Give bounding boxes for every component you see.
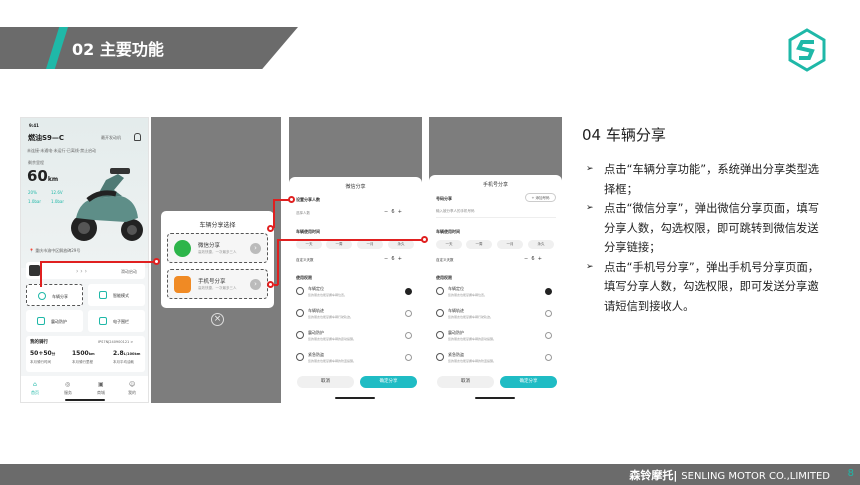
stat-battery: 20% [28,190,37,195]
fence-icon [99,317,107,325]
radio-checked[interactable] [405,288,412,295]
status-tags: 未连接·未通电·未运行·已离线·禁止启动 [27,148,97,153]
page-title: 02 主要功能 [72,40,164,59]
cancel-button[interactable]: 取消 [437,376,494,388]
senling-logo-icon [788,28,826,72]
time-option-forever[interactable]: 永久 [388,240,414,249]
nav-me[interactable]: 我的 [128,390,136,396]
phone-share-sheet: 手机号分享 号码分享 + 添加号码 输入被分享人的手机号码 车辆使用时间 一天 … [429,175,562,403]
feature-smart-mode[interactable]: 智能模式 [88,284,145,306]
perm-track[interactable]: 车辆轨迹 您的朋友也能掌握车辆行驶轨迹。 [296,307,416,327]
feature-geofence[interactable]: 电子围栏 [88,310,145,332]
description-item: 点击“微信分享”，弹出微信分享页面，填写分享人数，勾选权限，即可跳转到微信发送分… [586,199,826,258]
range-label: 剩余里程 [28,160,44,165]
vehicle-model[interactable]: 燃油S9—C [28,133,64,143]
count-stepper[interactable]: − 6 + [384,209,402,215]
shield-icon [436,331,444,339]
location-text: 📍 重庆市渝中区解放碑29号 [29,248,81,253]
phone-input[interactable]: 输入被分享人的手机号码 [436,209,475,214]
sheet-title: 微信分享 [345,184,366,190]
home-indicator [475,397,515,399]
perm-anti-theft[interactable]: 紧急防盗 您的朋友也能掌握车辆的防盗提醒。 [296,351,416,371]
description-list: 点击“车辆分享功能”，系统弹出分享类型选择框； 点击“微信分享”，弹出微信分享页… [586,160,826,316]
perm-location[interactable]: 车辆定位 您的朋友也能掌握车辆位置。 [296,285,416,305]
time-option-day[interactable]: 一天 [296,240,322,249]
track-icon [436,309,444,317]
phone-share-option[interactable]: 手机号分享 高效快捷，一次最多三人 › [167,269,268,299]
slide-start-bar[interactable]: › › › 滑动启动 [26,262,145,279]
feature-vehicle-share[interactable]: 车辆分享 [26,284,83,306]
wechat-icon [174,240,191,257]
location-pin-icon [296,287,304,295]
page-number: 8 [847,468,854,479]
description-item: 点击“车辆分享功能”，系统弹出分享类型选择框； [586,160,826,199]
days-stepper[interactable]: − 6 + [384,256,402,262]
share-type-dialog: 车辆分享选择 微信分享 高效快捷，一次最多三人 › 手机号分享 高效快捷，一次最… [161,211,274,308]
time-option-week[interactable]: 一周 [466,240,492,249]
phone-home-screen: 9:41 燃油S9—C 最开发动机 未连接·未通电·未运行·已离线·禁止启动 剩… [20,117,149,403]
radio-unchecked[interactable] [405,310,412,317]
add-number-button[interactable]: + 添加号码 [525,193,556,202]
home-indicator [335,397,375,399]
chevron-right-icon: › [250,243,261,254]
track-icon [296,309,304,317]
radio-unchecked[interactable] [405,354,412,361]
nav-home[interactable]: 首页 [31,390,39,396]
nav-service[interactable]: 服务 [64,390,72,396]
shield-icon [296,331,304,339]
stat-voltage: 12.6V [51,190,63,195]
nav-mall[interactable]: 商城 [97,390,105,396]
trip-card[interactable]: 我的骑行 IPS7NJ240900121 > 50+50分 本月骑行时间 150… [26,336,145,372]
time-option-month[interactable]: 一月 [497,240,523,249]
close-icon[interactable]: × [211,313,224,326]
radio-unchecked[interactable] [405,332,412,339]
lock-icon [29,265,40,276]
stat-tire-rear: 1.0bar [51,199,64,204]
sheet-title: 手机号分享 [482,182,508,188]
time-option-day[interactable]: 一天 [436,240,462,249]
perm-vibration[interactable]: 震动防护 您的朋友也能掌握车辆的震动提醒。 [436,329,556,349]
radio-unchecked[interactable] [545,354,552,361]
bottom-nav: ⌂ 首页 ◎ 服务 ▣ 商城 ☺ 我的 [21,376,148,402]
confirm-share-button[interactable]: 确定分享 [500,376,557,388]
vehicle-status: 最开发动机 [101,135,121,140]
scooter-image [71,168,143,241]
time-option-forever[interactable]: 永久 [528,240,554,249]
smart-mode-icon [99,291,107,299]
radio-unchecked[interactable] [545,332,552,339]
phone-number-share-screen: 手机号分享 号码分享 + 添加号码 输入被分享人的手机号码 车辆使用时间 一天 … [429,117,562,403]
feature-vibration-guard[interactable]: 震动防护 [26,310,83,332]
dialog-title: 车辆分享选择 [199,222,236,229]
confirm-share-button[interactable]: 确定分享 [360,376,417,388]
alarm-icon [436,353,444,361]
days-stepper[interactable]: − 6 + [524,256,542,262]
share-icon [38,292,46,300]
bell-icon[interactable] [134,133,141,141]
perm-anti-theft[interactable]: 紧急防盗 您的朋友也能掌握车辆的防盗提醒。 [436,351,556,371]
phone-icon [174,276,191,293]
perm-location[interactable]: 车辆定位 您的朋友也能掌握车辆位置。 [436,285,556,305]
shield-icon [37,317,45,325]
perm-vibration[interactable]: 震动防护 您的朋友也能掌握车辆的震动提醒。 [296,329,416,349]
footer-brand: 森铃摩托| SENLING MOTOR CO.,LIMITED [629,469,830,482]
range-value: 60km [27,167,59,185]
chevron-right-icon: › [250,279,261,290]
stat-tire-front: 1.0bar [28,199,41,204]
section-title: 04 车辆分享 [582,126,666,144]
time-option-week[interactable]: 一周 [326,240,352,249]
wechat-share-sheet: 微信分享 设置分享人数 选择人数 − 6 + 车辆使用时间 一天 一周 一月 永… [289,177,422,403]
cancel-button[interactable]: 取消 [297,376,354,388]
location-pin-icon [436,287,444,295]
radio-checked[interactable] [545,288,552,295]
wechat-share-option[interactable]: 微信分享 高效快捷，一次最多三人 › [167,233,268,263]
alarm-icon [296,353,304,361]
status-time: 9:41 [29,123,39,128]
radio-unchecked[interactable] [545,310,552,317]
perm-track[interactable]: 车辆轨迹 您的朋友也能掌握车辆行驶轨迹。 [436,307,556,327]
description-item: 点击“手机号分享”，弹出手机号分享页面，填写分享人数，勾选权限，即可发送分享邀请… [586,258,826,317]
phone-wechat-share-screen: 微信分享 设置分享人数 选择人数 − 6 + 车辆使用时间 一天 一周 一月 永… [289,117,422,403]
time-option-month[interactable]: 一月 [357,240,383,249]
